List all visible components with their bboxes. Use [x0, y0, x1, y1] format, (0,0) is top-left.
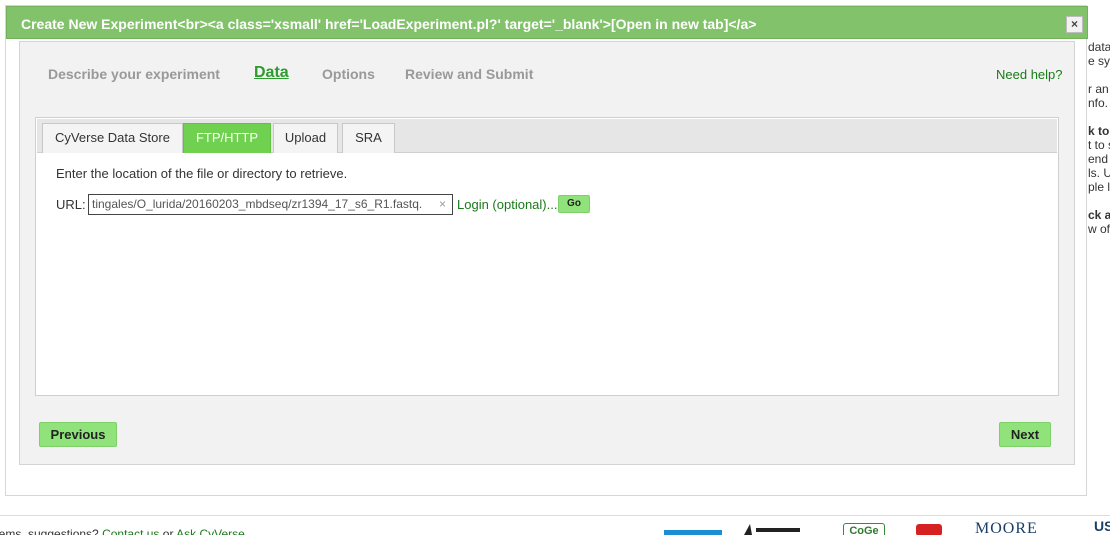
step-review-submit[interactable]: Review and Submit	[405, 66, 533, 82]
background-page-text: data e sy r an nfo. k to t to s end ls. …	[1088, 40, 1110, 500]
bg-line: r an	[1088, 82, 1109, 96]
bg-line: w of	[1088, 222, 1110, 236]
dialog-titlebar[interactable]: Create New Experiment<br><a class='xsmal…	[6, 6, 1088, 39]
retrieve-instruction: Enter the location of the file or direct…	[56, 166, 348, 181]
step-data[interactable]: Data	[254, 64, 289, 82]
cyverse-logo[interactable]	[664, 530, 722, 535]
wizard-content: Describe your experiment Data Options Re…	[19, 41, 1075, 465]
page-footer: lems, suggestions? Contact us or Ask CyV…	[0, 515, 1110, 535]
go-button[interactable]: Go	[558, 195, 590, 213]
data-source-panel: CyVerse Data Store FTP/HTTP Upload SRA E…	[35, 117, 1059, 396]
clear-icon[interactable]: ×	[439, 197, 446, 211]
bg-line: e sy	[1088, 54, 1110, 68]
tab-ftp-http[interactable]: FTP/HTTP	[183, 123, 271, 153]
bg-line: ls. U	[1088, 166, 1110, 180]
tab-upload[interactable]: Upload	[273, 123, 338, 153]
need-help-link[interactable]: Need help?	[996, 67, 1063, 82]
close-button[interactable]: ×	[1066, 16, 1083, 33]
next-button[interactable]: Next	[999, 422, 1051, 447]
youtube-logo[interactable]	[916, 524, 942, 535]
bg-line: k to	[1088, 124, 1110, 138]
url-label: URL:	[56, 197, 86, 212]
previous-button[interactable]: Previous	[39, 422, 117, 447]
bg-line: t to s	[1088, 138, 1110, 152]
step-describe[interactable]: Describe your experiment	[48, 66, 220, 82]
url-input[interactable]: tingales/O_lurida/20160203_mbdseq/zr1394…	[88, 194, 453, 215]
dialog-title: Create New Experiment<br><a class='xsmal…	[21, 16, 757, 32]
tab-sra[interactable]: SRA	[342, 123, 395, 153]
tab-cyverse-data-store[interactable]: CyVerse Data Store	[42, 123, 183, 153]
login-optional-link[interactable]: Login (optional)...	[457, 197, 557, 212]
close-icon: ×	[1070, 17, 1078, 31]
bg-line: ple l	[1088, 180, 1110, 194]
coge-logo[interactable]: CoGe	[843, 523, 885, 535]
bg-line: end	[1088, 152, 1109, 166]
bg-line: ck a	[1088, 208, 1110, 222]
create-experiment-dialog: Create New Experiment<br><a class='xsmal…	[5, 5, 1088, 496]
us-logo[interactable]: US	[1094, 518, 1110, 534]
bg-line: data	[1088, 40, 1110, 54]
bg-line: nfo.	[1088, 96, 1109, 110]
partner-logo[interactable]	[742, 522, 832, 535]
moore-logo[interactable]: MOORE	[975, 520, 1085, 535]
data-source-tabs: CyVerse Data Store FTP/HTTP Upload SRA	[37, 119, 1057, 153]
step-options[interactable]: Options	[322, 66, 375, 82]
